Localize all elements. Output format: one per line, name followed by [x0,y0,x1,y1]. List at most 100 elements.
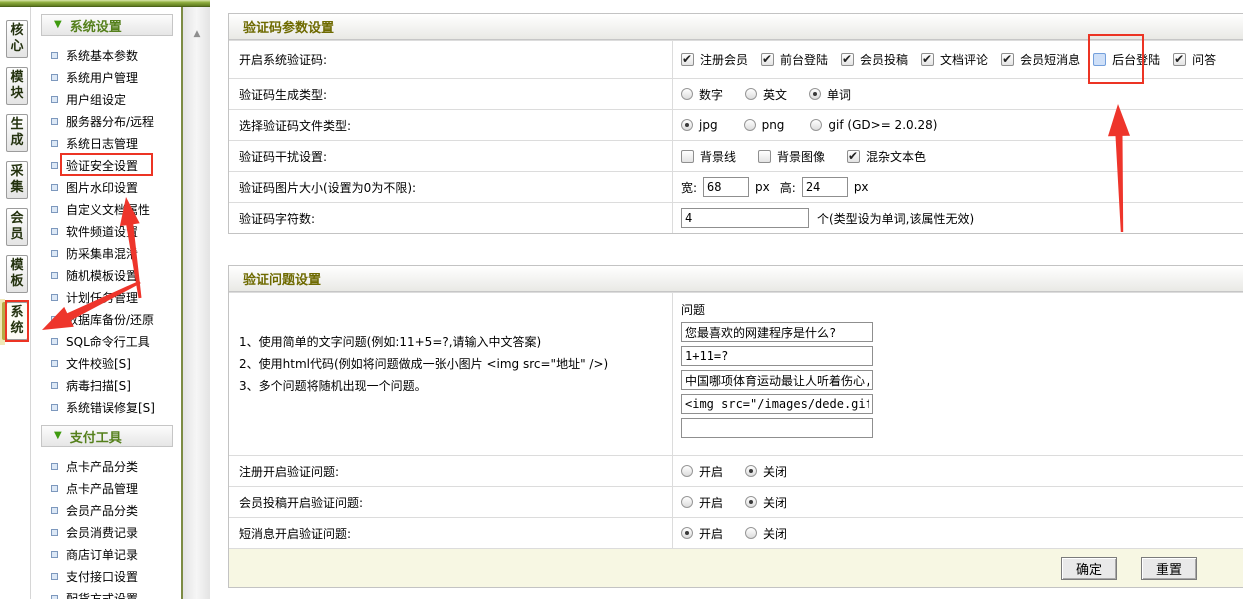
width-input[interactable] [703,177,749,197]
radio-register-off[interactable]: 关闭 [745,463,787,480]
radio-register-on[interactable]: 开启 [681,463,723,480]
checkbox-member-message[interactable]: 会员短消息 [1001,51,1080,68]
radio-icon[interactable] [810,119,822,131]
option-label: 注册会员 [700,51,748,68]
vtab-template[interactable]: 模板 [6,255,28,293]
checkbox-qa[interactable]: 问答 [1173,51,1216,68]
radio-english[interactable]: 英文 [745,86,787,103]
row-questions: 1、使用简单的文字问题(例如:11+5=?,请输入中文答案) 2、使用html代… [229,292,1243,455]
radio-png[interactable]: png [744,118,785,132]
sidebar-item-member-product[interactable]: 会员产品分类 [31,499,182,521]
radio-message-on[interactable]: 开启 [681,525,723,542]
checkbox-icon[interactable] [847,150,860,163]
sidebar-item-label: 软件频道设置 [66,223,138,240]
checkbox-icon[interactable] [761,53,774,66]
checkbox-icon[interactable] [1093,53,1106,66]
sidebar-item-file-verify[interactable]: 文件校验[S] [31,352,182,374]
height-input[interactable] [802,177,848,197]
char-count-input[interactable] [681,208,809,228]
radio-icon[interactable] [744,119,756,131]
sidebar-item-user-manage[interactable]: 系统用户管理 [31,66,182,88]
radio-gif[interactable]: gif (GD>= 2.0.28) [810,118,937,132]
question-input-1[interactable] [681,322,873,342]
bullet-icon [51,485,58,492]
reset-button[interactable]: 重置 [1141,557,1197,580]
sidebar-item-card-manage[interactable]: 点卡产品管理 [31,477,182,499]
sidebar-item-delivery-setting[interactable]: 配货方式设置 [31,587,182,599]
radio-digit[interactable]: 数字 [681,86,723,103]
checkbox-icon[interactable] [1173,53,1186,66]
vtab-collect[interactable]: 采集 [6,161,28,199]
checkbox-register-member[interactable]: 注册会员 [681,51,748,68]
checkbox-member-post[interactable]: 会员投稿 [841,51,908,68]
sidebar-item-watermark[interactable]: 图片水印设置 [31,176,182,198]
radio-post-off[interactable]: 关闭 [745,494,787,511]
checkbox-icon[interactable] [921,53,934,66]
radio-icon[interactable] [681,88,693,100]
width-unit: px [755,180,770,194]
checkbox-icon[interactable] [681,53,694,66]
radio-message-off[interactable]: 关闭 [745,525,787,542]
sidebar-group-system-settings[interactable]: ▼ 系统设置 [41,14,173,36]
sidebar-item-db-backup[interactable]: 数据库备份/还原 [31,308,182,330]
checkbox-bg-line[interactable]: 背景线 [681,148,736,165]
sidebar-item-pay-interface[interactable]: 支付接口设置 [31,565,182,587]
sidebar-gutter [183,7,210,599]
sidebar-item-virus-scan[interactable]: 病毒扫描[S] [31,374,182,396]
question-input-3[interactable] [681,370,873,390]
radio-icon[interactable] [745,496,757,508]
sidebar-item-card-category[interactable]: 点卡产品分类 [31,455,182,477]
bullet-icon [51,573,58,580]
checkbox-bg-image[interactable]: 背景图像 [758,148,825,165]
height-label: 高: [780,179,796,196]
vtab-system[interactable]: 系统 [6,302,28,340]
checkbox-doc-comment[interactable]: 文档评论 [921,51,988,68]
checkbox-front-login[interactable]: 前台登陆 [761,51,828,68]
sidebar-item-shop-orders[interactable]: 商店订单记录 [31,543,182,565]
sidebar-item-label: 点卡产品分类 [66,458,138,475]
question-input-5[interactable] [681,418,873,438]
checkbox-icon[interactable] [1001,53,1014,66]
sidebar-item-member-consume[interactable]: 会员消费记录 [31,521,182,543]
sidebar-group-pay-tools[interactable]: ▼ 支付工具 [41,425,173,447]
sidebar-item-system-log[interactable]: 系统日志管理 [31,132,182,154]
checkbox-icon[interactable] [841,53,854,66]
bullet-icon [51,184,58,191]
radio-jpg[interactable]: jpg [681,118,718,132]
sidebar-item-error-repair[interactable]: 系统错误修复[S] [31,396,182,418]
checkbox-admin-login[interactable]: 后台登陆 [1093,51,1160,68]
checkbox-mixed-text-color[interactable]: 混杂文本色 [847,148,926,165]
sidebar-item-task-manage[interactable]: 计划任务管理 [31,286,182,308]
sidebar-item-verify-security[interactable]: 验证安全设置 [31,154,182,176]
sidebar-item-anti-collect[interactable]: 防采集串混淆 [31,242,182,264]
question-input-2[interactable] [681,346,873,366]
radio-icon[interactable] [745,88,757,100]
sidebar-item-random-template[interactable]: 随机模板设置 [31,264,182,286]
vtab-module[interactable]: 模块 [6,67,28,105]
sidebar-item-user-group[interactable]: 用户组设定 [31,88,182,110]
radio-icon[interactable] [745,465,757,477]
sidebar-item-basic-params[interactable]: 系统基本参数 [31,44,182,66]
sidebar-item-label: 商店订单记录 [66,546,138,563]
collapse-sidebar-button[interactable]: ▲ [189,28,205,40]
radio-post-on[interactable]: 开启 [681,494,723,511]
sidebar-item-custom-doc-attr[interactable]: 自定义文档属性 [31,198,182,220]
radio-word[interactable]: 单词 [809,86,851,103]
vtab-generate[interactable]: 生成 [6,114,28,152]
confirm-button[interactable]: 确定 [1061,557,1117,580]
checkbox-icon[interactable] [758,150,771,163]
vtab-core[interactable]: 核心 [6,20,28,58]
radio-icon[interactable] [681,465,693,477]
radio-icon[interactable] [681,527,693,539]
radio-icon[interactable] [809,88,821,100]
radio-icon[interactable] [745,527,757,539]
bullet-icon [51,338,58,345]
checkbox-icon[interactable] [681,150,694,163]
radio-icon[interactable] [681,119,693,131]
sidebar-item-soft-channel[interactable]: 软件频道设置 [31,220,182,242]
question-input-4[interactable] [681,394,873,414]
sidebar-item-server-remote[interactable]: 服务器分布/远程 [31,110,182,132]
radio-icon[interactable] [681,496,693,508]
sidebar-item-sql-tool[interactable]: SQL命令行工具 [31,330,182,352]
vtab-member[interactable]: 会员 [6,208,28,246]
